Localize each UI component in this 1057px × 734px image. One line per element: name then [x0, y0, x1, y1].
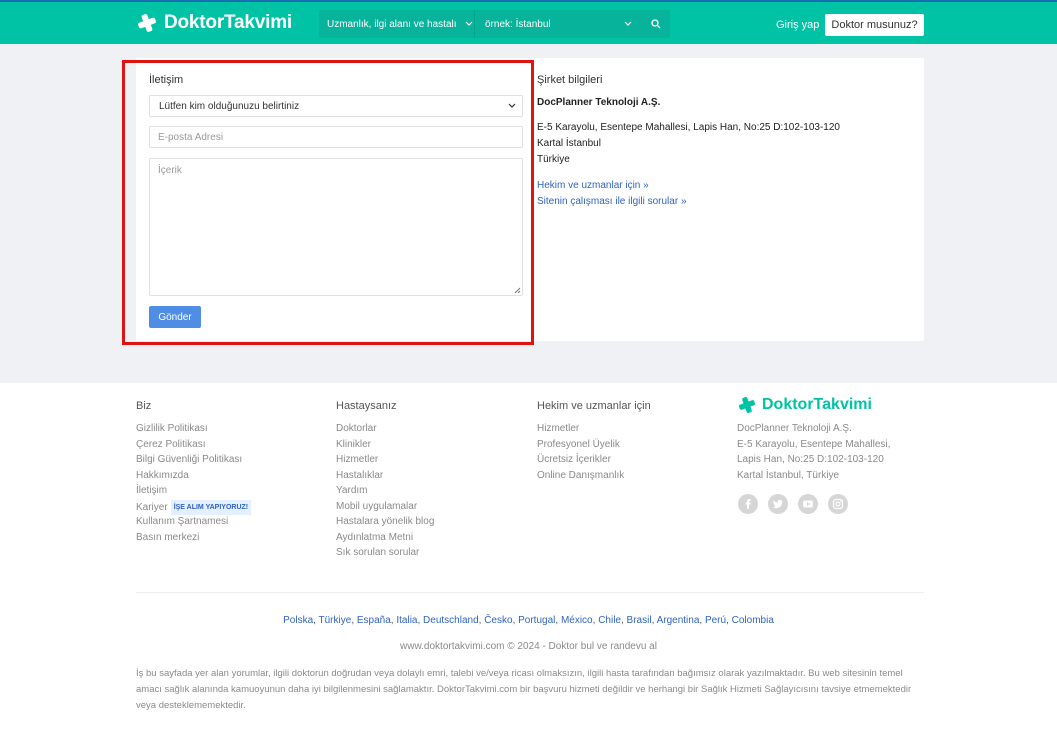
- footer-link[interactable]: İletişim: [136, 484, 251, 500]
- company-address-line: Kartal İstanbul: [537, 138, 601, 149]
- logo[interactable]: DoktorTakvimi: [136, 12, 292, 34]
- twitter-icon[interactable]: [768, 494, 788, 514]
- doctors-link[interactable]: Hekim ve uzmanlar için »: [537, 180, 649, 191]
- footer-address-line: E-5 Karayolu, Esentepe Mahallesi,: [737, 438, 891, 450]
- chevron-down-icon: [624, 21, 632, 26]
- country-link[interactable]: Chile: [598, 615, 621, 626]
- footer-link[interactable]: Hizmetler: [537, 422, 624, 438]
- footer-link[interactable]: Yardım: [336, 484, 434, 500]
- company-address-line: E-5 Karayolu, Esentepe Mahallesi, Lapis …: [537, 122, 840, 133]
- footer-divider: [136, 592, 924, 593]
- footer-logo[interactable]: DoktorTakvimi: [737, 396, 872, 414]
- footer-link[interactable]: Kullanım Şartnamesi: [136, 515, 251, 531]
- country-link[interactable]: Argentina: [657, 615, 700, 626]
- search-button[interactable]: [642, 10, 670, 38]
- country-link[interactable]: España: [357, 615, 391, 626]
- footer-link[interactable]: Doktorlar: [336, 422, 434, 438]
- country-link[interactable]: Türkiye: [319, 615, 352, 626]
- location-input[interactable]: örnek: İstanbul: [474, 10, 642, 38]
- company-info-title: Şirket bilgileri: [537, 74, 603, 86]
- footer-heading-patients: Hastaysanız: [336, 400, 397, 412]
- country-link[interactable]: Portugal: [518, 615, 555, 626]
- footer-link[interactable]: Profesyonel Üyelik: [537, 438, 624, 454]
- footer-link[interactable]: Gizlilik Politikası: [136, 422, 251, 438]
- site-questions-link[interactable]: Sitenin çalışması ile ilgili sorular »: [537, 196, 687, 207]
- footer-address: DocPlanner Teknoloji A.Ş. E-5 Karayolu, …: [737, 422, 890, 484]
- country-link[interactable]: Brasil: [627, 615, 652, 626]
- country-link[interactable]: Colombia: [732, 615, 774, 626]
- footer-link[interactable]: Hakkımızda: [136, 469, 251, 485]
- social-links: [738, 494, 858, 514]
- doctor-button[interactable]: Doktor musunuz?: [825, 14, 924, 36]
- disclaimer-text: İş bu sayfada yer alan yorumlar, ilgili …: [136, 668, 912, 711]
- logo-icon: [138, 14, 156, 32]
- facebook-icon[interactable]: [738, 494, 758, 514]
- footer-address-line: Lapis Han, No:25 D:102-103-120: [737, 454, 884, 465]
- footer-address-line: DocPlanner Teknoloji A.Ş.: [737, 423, 852, 434]
- footer-link[interactable]: Bilgi Güvenliği Politikası: [136, 453, 251, 469]
- copyright-text: www.doktortakvimi.com © 2024 - Doktor bu…: [400, 641, 657, 652]
- chevron-down-icon: [465, 21, 472, 26]
- footer-list-doctors: Hizmetler Profesyonel Üyelik Ücretsiz İç…: [537, 422, 624, 484]
- logo-text: DoktorTakvimi: [164, 12, 292, 33]
- footer-address-line: Kartal İstanbul, Türkiye: [737, 469, 840, 481]
- footer-list-biz: Gizlilik Politikası Çerez Politikası Bil…: [136, 422, 252, 547]
- logo-icon: [738, 396, 756, 414]
- footer-heading-doctors: Hekim ve uzmanlar için: [537, 400, 651, 412]
- footer-link[interactable]: Sık sorulan sorular: [336, 546, 434, 562]
- footer-link[interactable]: Hastalara yönelik blog: [336, 515, 434, 531]
- youtube-icon[interactable]: [798, 494, 818, 514]
- footer-link[interactable]: Mobil uygulamalar: [336, 500, 434, 516]
- footer-link-career[interactable]: Kariyer İŞE ALIM YAPIYORUZ!: [136, 499, 252, 516]
- company-address-line: Türkiye: [537, 154, 570, 165]
- form-highlight-box: [122, 60, 534, 345]
- footer-logo-text: DoktorTakvimi: [762, 396, 872, 413]
- instagram-icon[interactable]: [828, 494, 848, 514]
- search-bar: Uzmanlık, ilgi alanı ve hastalı örnek: İ…: [319, 10, 670, 38]
- country-link[interactable]: Polska: [283, 615, 313, 626]
- specialty-select-label: Uzmanlık, ilgi alanı ve hastalı: [327, 18, 457, 30]
- footer-link[interactable]: Klinikler: [336, 438, 434, 454]
- footer-heading-biz: Biz: [136, 400, 152, 412]
- top-navbar: DoktorTakvimi Uzmanlık, ilgi alanı ve ha…: [0, 0, 1057, 44]
- country-link[interactable]: Perú: [705, 615, 726, 626]
- specialty-select[interactable]: Uzmanlık, ilgi alanı ve hastalı: [319, 10, 474, 38]
- footer-link[interactable]: Hastalıklar: [336, 469, 434, 485]
- footer-link[interactable]: Online Danışmanlık: [537, 469, 624, 485]
- footer-link[interactable]: Hizmetler: [336, 453, 434, 469]
- country-link[interactable]: Česko: [484, 615, 512, 626]
- footer-link[interactable]: Ücretsiz İçerikler: [537, 453, 624, 469]
- footer-link[interactable]: Çerez Politikası: [136, 438, 251, 454]
- footer-link[interactable]: Aydınlatma Metni: [336, 531, 434, 547]
- country-link[interactable]: Italia: [396, 615, 417, 626]
- search-icon: [651, 19, 661, 29]
- career-label: Kariyer: [136, 501, 168, 513]
- country-link[interactable]: México: [561, 615, 593, 626]
- footer-link[interactable]: Basın merkezi: [136, 531, 251, 547]
- location-placeholder: örnek: İstanbul: [485, 18, 551, 30]
- company-name: DocPlanner Teknoloji A.Ş.: [537, 97, 661, 108]
- hiring-badge: İŞE ALIM YAPIYORUZ!: [170, 499, 252, 515]
- country-links: Polska, Türkiye, España, Italia, Deutsch…: [283, 615, 774, 626]
- country-link[interactable]: Deutschland: [423, 615, 479, 626]
- footer-list-patients: Doktorlar Klinikler Hizmetler Hastalıkla…: [336, 422, 434, 562]
- login-link[interactable]: Giriş yap: [776, 19, 819, 31]
